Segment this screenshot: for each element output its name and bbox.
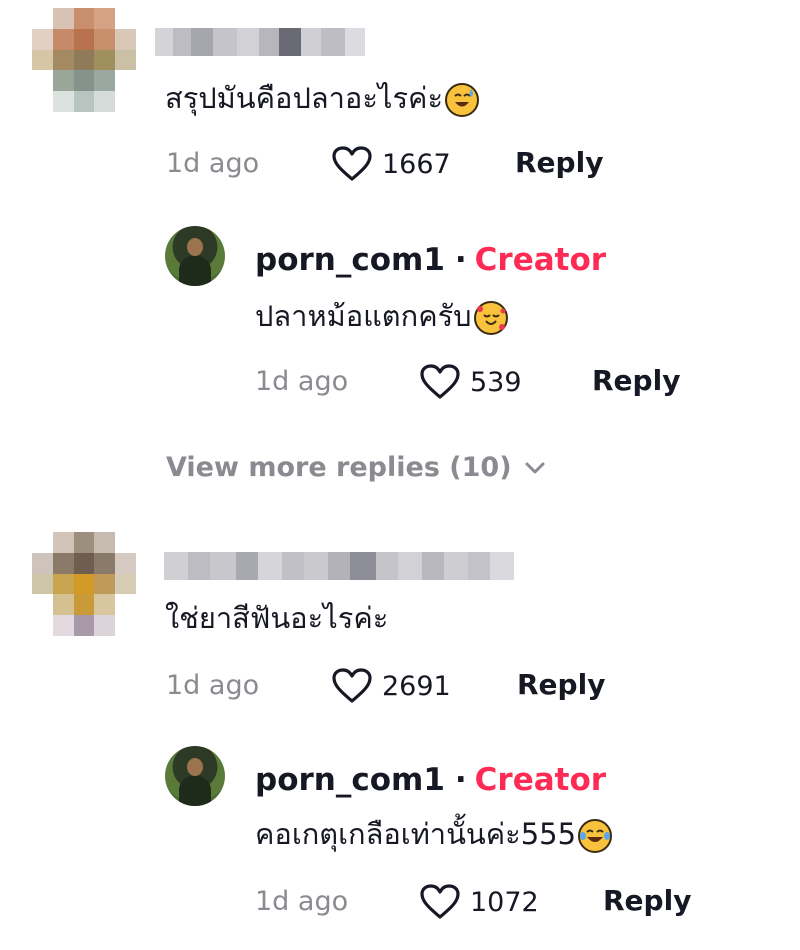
like-button[interactable]: 2691 — [332, 668, 451, 704]
like-button[interactable]: 1072 — [420, 884, 539, 920]
heart-icon — [332, 668, 372, 703]
like-count: 539 — [470, 366, 522, 398]
separator-dot: · — [454, 762, 467, 798]
reply-timestamp: 1d ago — [255, 886, 349, 917]
like-count: 2691 — [382, 670, 451, 702]
comment-text: สรุปมันคือปลาอะไรค่ะ — [165, 80, 480, 117]
commenter-avatar-pixelated[interactable] — [32, 8, 136, 112]
tears-of-joy-emoji — [578, 819, 613, 853]
creator-username[interactable]: porn_com1 — [255, 242, 445, 278]
creator-avatar[interactable] — [165, 226, 225, 286]
view-more-label: View more replies (10) — [166, 452, 512, 483]
creator-username[interactable]: porn_com1 — [255, 762, 445, 798]
like-count: 1072 — [470, 886, 539, 918]
sweat-smile-emoji — [445, 83, 480, 117]
comment-text: ใช่ยาสีฟันอะไรค่ะ — [165, 601, 389, 635]
reply-button[interactable]: Reply — [515, 146, 603, 179]
like-button[interactable]: 1667 — [332, 146, 451, 182]
heart-icon — [420, 884, 460, 919]
separator-dot: · — [454, 242, 467, 278]
heart-icon — [332, 146, 372, 181]
reply-button[interactable]: Reply — [603, 884, 691, 917]
creator-avatar[interactable] — [165, 746, 225, 806]
view-more-replies-button[interactable]: View more replies (10) — [166, 452, 546, 483]
comment-timestamp: 1d ago — [166, 148, 260, 179]
reply-text: คอเกตุเกลือเท่านั้นค่ะ555 — [255, 816, 613, 853]
creator-badge: Creator — [474, 242, 607, 278]
like-count: 1667 — [382, 148, 451, 180]
heart-icon — [420, 364, 460, 399]
smiling-hearts-emoji — [473, 301, 508, 335]
creator-username-line: porn_com1 · Creator — [255, 242, 606, 278]
reply-button[interactable]: Reply — [592, 364, 680, 397]
commenter-avatar-pixelated[interactable] — [32, 532, 136, 636]
chevron-down-icon — [525, 462, 545, 473]
comment-timestamp: 1d ago — [166, 670, 260, 701]
commenter-username-blurred[interactable] — [164, 552, 514, 580]
like-button[interactable]: 539 — [420, 364, 522, 400]
reply-text: ปลาหม้อแตกครับ — [255, 298, 508, 335]
commenter-username-blurred[interactable] — [155, 28, 365, 56]
creator-username-line: porn_com1 · Creator — [255, 762, 606, 798]
creator-badge: Creator — [474, 762, 607, 798]
reply-button[interactable]: Reply — [517, 668, 605, 701]
reply-timestamp: 1d ago — [255, 366, 349, 397]
